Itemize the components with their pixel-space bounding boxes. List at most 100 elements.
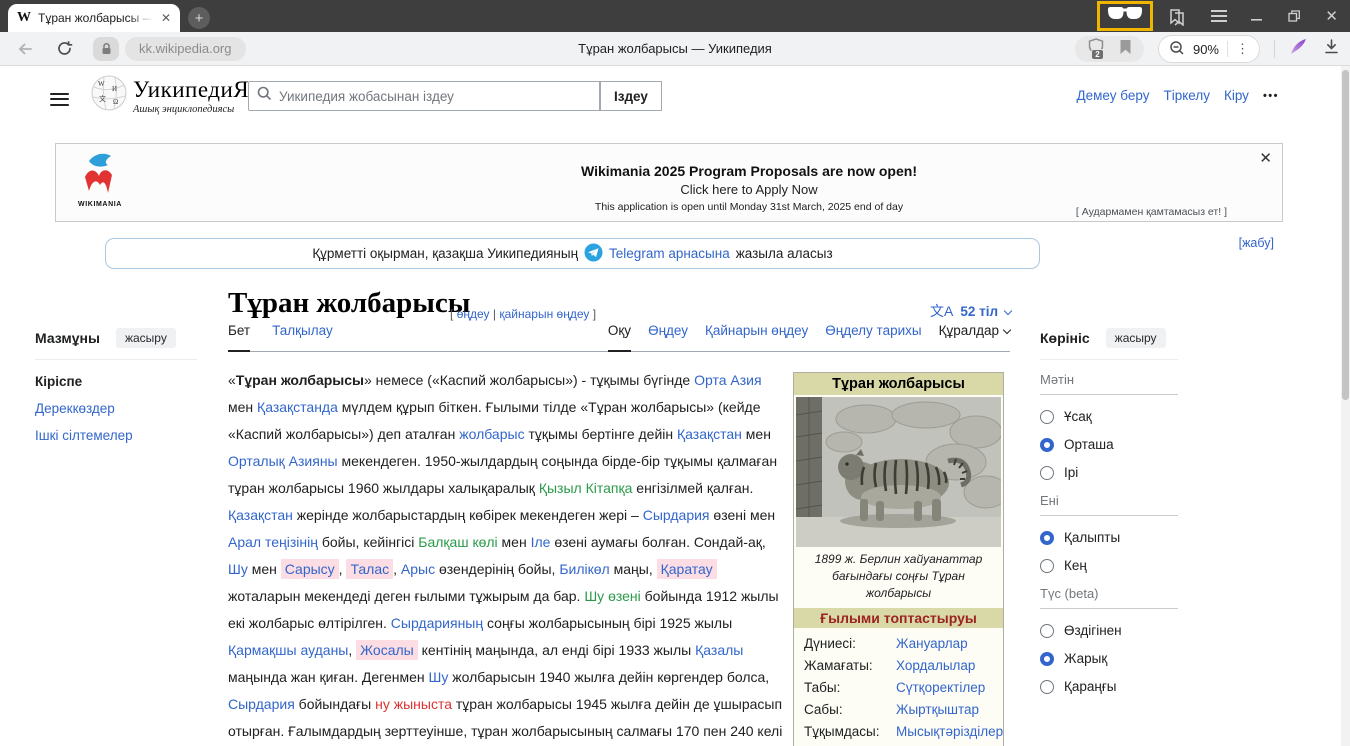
toc-item[interactable]: Ішкі сілтемелер bbox=[35, 428, 197, 443]
wikimania-banner[interactable]: WIKIMANIA Wikimania 2025 Program Proposa… bbox=[55, 143, 1283, 222]
banner-translate-link[interactable]: [ Аудармамен қамтамасыз ет! ] bbox=[1076, 206, 1227, 218]
wiki-link-highlighted[interactable]: Жосалы bbox=[356, 640, 418, 660]
wiki-link-green[interactable]: Шу өзені bbox=[584, 588, 640, 604]
appearance-hide-button[interactable]: жасыру bbox=[1106, 328, 1166, 348]
wiki-link-highlighted[interactable]: Қаратау bbox=[657, 559, 717, 579]
url-field[interactable]: kk.wikipedia.org bbox=[125, 37, 246, 61]
yandex-feather-icon[interactable] bbox=[1289, 38, 1309, 61]
radio-selected[interactable] bbox=[1040, 652, 1054, 666]
zoom-control[interactable]: 90% ⋮ bbox=[1158, 35, 1260, 63]
article-tab[interactable]: Қайнарын өңдеу bbox=[705, 323, 808, 351]
radio-option[interactable]: Қараңғы bbox=[1040, 679, 1178, 694]
radio-label: Ұсақ bbox=[1064, 409, 1092, 424]
radio-option[interactable]: Жарық bbox=[1040, 651, 1178, 666]
main-menu-icon[interactable] bbox=[50, 89, 69, 109]
banner-apply-link[interactable]: Click here to Apply Now bbox=[416, 182, 1082, 197]
wiki-link-red[interactable]: ну жыныста bbox=[375, 696, 452, 712]
radio-selected[interactable] bbox=[1040, 531, 1054, 545]
wiki-link[interactable]: Шу bbox=[429, 669, 449, 685]
wiki-link[interactable]: Қазақстанда bbox=[257, 399, 338, 415]
wiki-link[interactable]: Арыс bbox=[401, 561, 435, 577]
toc-hide-button[interactable]: жасыру bbox=[116, 328, 176, 348]
radio-option[interactable]: Ірі bbox=[1040, 465, 1178, 480]
wiki-link[interactable]: Қазақстан bbox=[228, 507, 293, 523]
radio-unselected[interactable] bbox=[1040, 680, 1054, 694]
wiki-link[interactable]: Сырдария bbox=[228, 696, 295, 712]
banner-close-icon[interactable]: ✕ bbox=[1259, 149, 1272, 167]
wiki-link[interactable]: жолбарыс bbox=[459, 426, 524, 442]
wiki-link[interactable]: Сырдария bbox=[643, 507, 710, 523]
collections-icon[interactable] bbox=[1167, 7, 1187, 26]
wiki-link[interactable]: Сырдарияның bbox=[391, 615, 483, 631]
header-link[interactable]: Тіркелу bbox=[1163, 88, 1210, 103]
edit-source-link[interactable]: қайнарын өңдеу bbox=[499, 307, 589, 321]
article-tab[interactable]: Құралдар bbox=[939, 323, 1010, 351]
wikipedia-globe-logo[interactable]: W И 文 Ω bbox=[90, 73, 128, 118]
close-window-icon[interactable]: ✕ bbox=[1325, 9, 1338, 24]
wiki-link[interactable]: Қазалы bbox=[695, 642, 743, 658]
radio-option[interactable]: Кең bbox=[1040, 558, 1178, 573]
wiki-link[interactable]: Арал теңізінің bbox=[228, 534, 318, 550]
tiger-photo[interactable] bbox=[796, 397, 1001, 547]
more-options-icon[interactable]: ••• bbox=[1263, 90, 1279, 102]
new-tab-button[interactable]: + bbox=[188, 7, 210, 29]
glasses-icon[interactable] bbox=[1107, 6, 1143, 26]
search-input[interactable] bbox=[279, 89, 591, 104]
wiki-link[interactable]: Орта Азия bbox=[694, 372, 761, 388]
wikipedia-wordmark[interactable]: УикипедиЯ Ашық энциклопедиясы bbox=[133, 77, 249, 115]
radio-option[interactable]: Қалыпты bbox=[1040, 530, 1178, 545]
search-button[interactable]: Іздеу bbox=[600, 81, 662, 111]
infobox-link[interactable]: Жыртқыштар bbox=[896, 702, 979, 718]
downloads-icon[interactable] bbox=[1323, 38, 1340, 60]
zoom-out-magnifier-icon[interactable] bbox=[1169, 40, 1185, 59]
infobox-link[interactable]: Сүтқоректілер bbox=[896, 680, 985, 696]
article-tab[interactable]: Талқылау bbox=[272, 323, 333, 351]
toc-item[interactable]: Дереккөздер bbox=[35, 401, 197, 416]
wiki-link[interactable]: Қармақшы ауданы bbox=[228, 642, 348, 658]
article-tab[interactable]: Оқу bbox=[608, 323, 631, 352]
radio-selected[interactable] bbox=[1040, 438, 1054, 452]
wiki-search-box[interactable] bbox=[248, 81, 600, 111]
radio-option[interactable]: Орташа bbox=[1040, 437, 1178, 452]
infobox-link[interactable]: Жануарлар bbox=[896, 636, 968, 652]
tab-close-icon[interactable]: ✕ bbox=[161, 12, 171, 24]
radio-unselected[interactable] bbox=[1040, 624, 1054, 638]
scrollbar-thumb[interactable] bbox=[1342, 70, 1349, 400]
infobox-link[interactable]: Хордалылар bbox=[896, 658, 975, 674]
header-link[interactable]: Кіру bbox=[1224, 88, 1249, 103]
radio-option[interactable]: Ұсақ bbox=[1040, 409, 1178, 424]
radio-unselected[interactable] bbox=[1040, 466, 1054, 480]
back-icon[interactable] bbox=[16, 40, 34, 58]
radio-unselected[interactable] bbox=[1040, 410, 1054, 424]
header-link[interactable]: Демеу беру bbox=[1076, 88, 1149, 103]
wiki-link-green[interactable]: Қызыл Кітапқа bbox=[539, 480, 633, 496]
restore-window-icon[interactable] bbox=[1287, 9, 1301, 23]
wiki-link[interactable]: Орталық Азияны bbox=[228, 453, 338, 469]
article-tab[interactable]: Өңделу тарихы bbox=[825, 323, 921, 351]
telegram-channel-link[interactable]: Telegram арнасына bbox=[609, 246, 730, 261]
wiki-link-highlighted[interactable]: Сарысу bbox=[281, 559, 339, 579]
wiki-link[interactable]: Билікөл bbox=[559, 561, 609, 577]
infobox-link[interactable]: Мысықтәрізділер bbox=[896, 724, 1003, 740]
edit-link[interactable]: өңдеу bbox=[457, 307, 490, 321]
wiki-link-highlighted[interactable]: Талас bbox=[346, 559, 393, 579]
language-selector[interactable]: 文A 52 тіл bbox=[930, 301, 1011, 321]
zoom-menu-icon[interactable]: ⋮ bbox=[1236, 41, 1249, 57]
wiki-link[interactable]: Іле bbox=[531, 534, 551, 550]
minimize-icon[interactable] bbox=[1251, 10, 1263, 22]
wiki-link[interactable]: Қазақстан bbox=[677, 426, 742, 442]
close-banner-link[interactable]: [жабу] bbox=[1239, 236, 1274, 250]
wiki-link-green[interactable]: Балқаш көлі bbox=[418, 534, 497, 550]
radio-option[interactable]: Өздігінен bbox=[1040, 623, 1178, 638]
site-security-lock[interactable] bbox=[93, 37, 119, 61]
toc-item[interactable]: Кіріспе bbox=[35, 374, 197, 389]
article-tab[interactable]: Бет bbox=[228, 323, 250, 352]
browser-tab[interactable]: W Тұран жолбарысы — У ✕ bbox=[8, 4, 180, 32]
wiki-link[interactable]: Шу bbox=[228, 561, 248, 577]
bookmark-icon[interactable] bbox=[1119, 39, 1132, 60]
radio-unselected[interactable] bbox=[1040, 559, 1054, 573]
reload-icon[interactable] bbox=[56, 40, 73, 57]
browser-menu-icon[interactable] bbox=[1211, 10, 1227, 22]
page-scrollbar[interactable] bbox=[1341, 66, 1350, 746]
article-tab[interactable]: Өңдеу bbox=[648, 323, 688, 351]
